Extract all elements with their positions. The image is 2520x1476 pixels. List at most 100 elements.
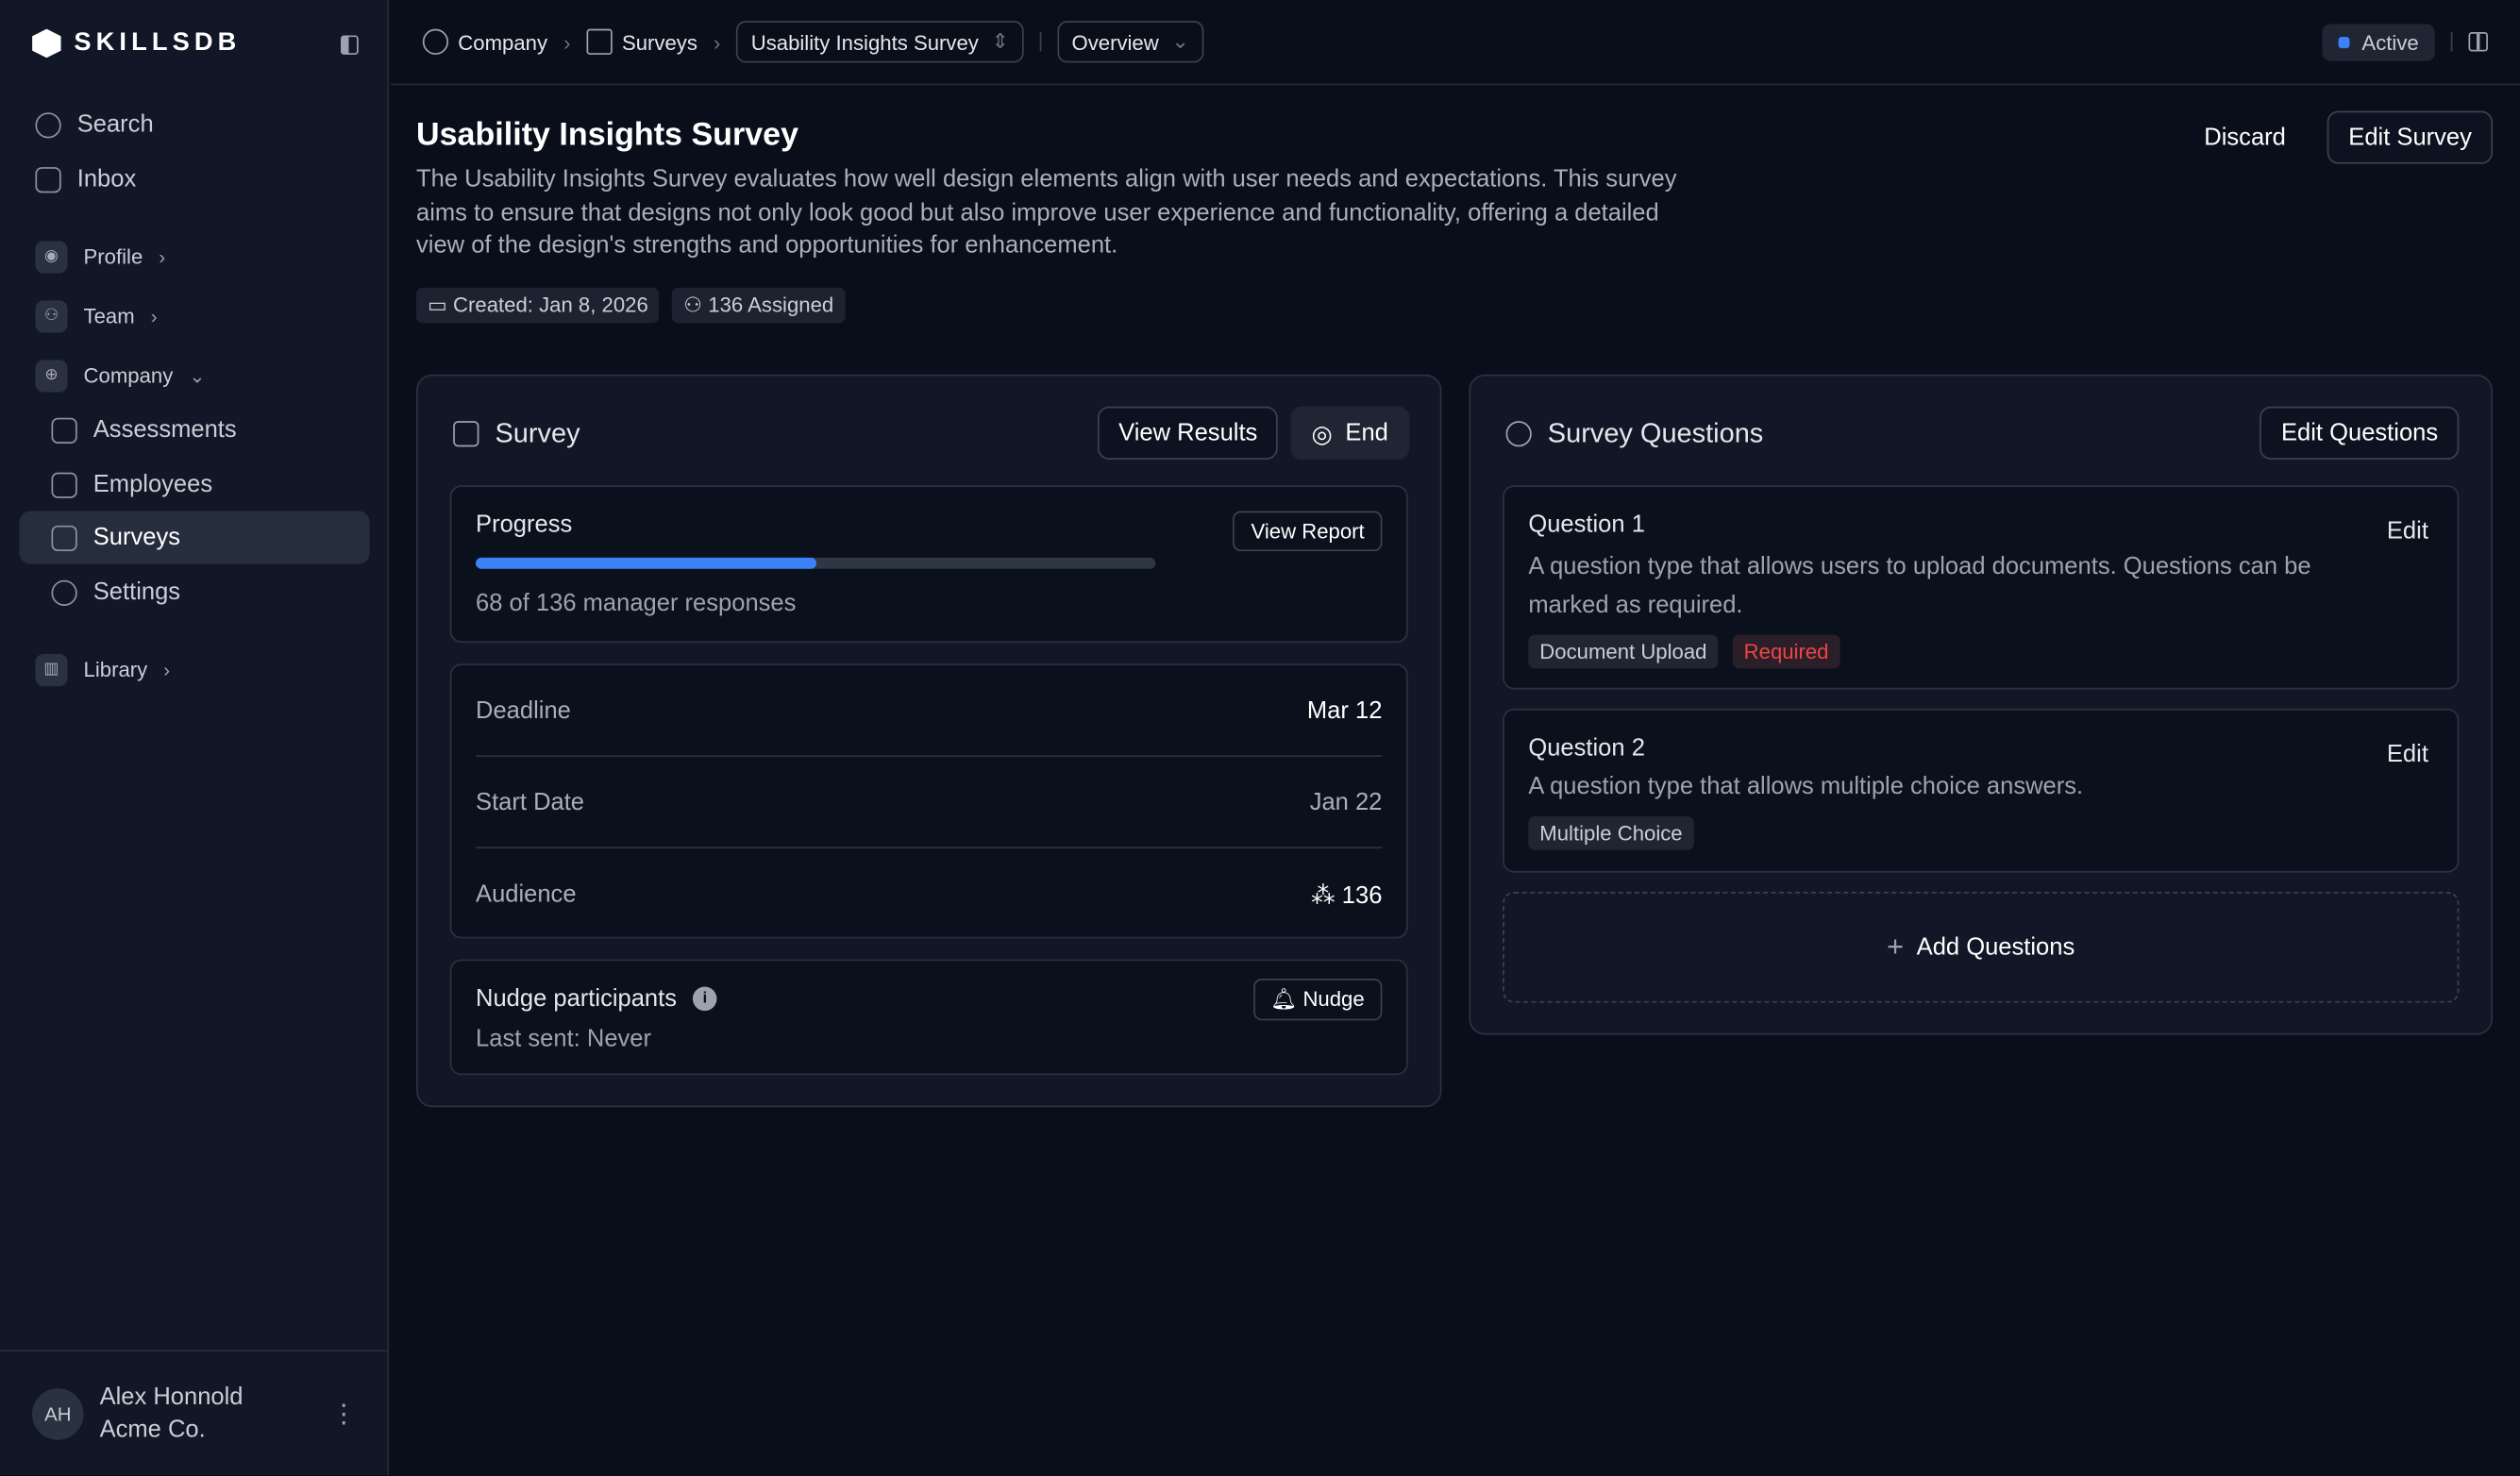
view-results-button[interactable]: View Results: [1098, 407, 1278, 460]
status-badge: Active: [2322, 24, 2435, 60]
type-tag: Document Upload: [1528, 635, 1718, 669]
sidebar-item-employees[interactable]: Employees: [19, 458, 369, 511]
library-icon: ▥: [35, 653, 67, 685]
breadcrumb-company[interactable]: Company: [423, 29, 547, 55]
survey-select[interactable]: Usability Insights Survey ⇕: [736, 21, 1023, 62]
detail-row: Audience ⁂ 136: [476, 848, 1382, 940]
discard-button[interactable]: Discard: [2185, 110, 2305, 163]
label: Usability Insights Survey: [751, 30, 979, 55]
bell-icon: 🔔︎: [1270, 987, 1302, 1012]
question-item: Question 2 Edit A question type that all…: [1503, 709, 2459, 873]
label: Team: [84, 304, 135, 328]
edit-question-button[interactable]: Edit: [2387, 741, 2428, 768]
info-icon[interactable]: i: [693, 987, 717, 1012]
value: Mar 12: [1307, 696, 1382, 724]
panel-toggle-icon[interactable]: [2469, 32, 2488, 51]
required-tag: Required: [1733, 635, 1840, 669]
label: Settings: [93, 579, 180, 606]
label: Company: [458, 30, 547, 55]
type-tag: Multiple Choice: [1528, 816, 1693, 850]
gear-icon: [51, 579, 76, 605]
divider: [2451, 32, 2453, 51]
label: Nudge: [1302, 987, 1364, 1012]
view-report-button[interactable]: View Report: [1234, 511, 1383, 551]
globe-icon: ⊕: [35, 360, 67, 392]
list-icon: [51, 525, 76, 550]
label: 136 Assigned: [708, 293, 833, 317]
label: Library: [84, 657, 148, 681]
view-select[interactable]: Overview⌄: [1057, 21, 1203, 62]
chevrons-updown-icon: ⇕: [991, 29, 1009, 55]
sidebar-item-search[interactable]: Search: [19, 98, 369, 151]
value: Jan 22: [1310, 788, 1383, 815]
label: Assessments: [93, 416, 237, 444]
progress-fill: [476, 558, 815, 569]
sidebar-item-library[interactable]: ▥Library›: [19, 643, 369, 696]
user-name: Alex Honnold: [100, 1382, 244, 1414]
employees-icon: [51, 472, 76, 497]
sidebar-item-assessments[interactable]: Assessments: [19, 403, 369, 456]
end-button[interactable]: ◎End: [1290, 407, 1409, 460]
label: Active: [2361, 30, 2418, 55]
label: End: [1345, 419, 1387, 446]
card-title: Survey Questions: [1548, 418, 1763, 450]
status-dot: [2338, 36, 2349, 47]
question-title: Question 1: [1528, 511, 1645, 538]
edit-question-button[interactable]: Edit: [2387, 517, 2428, 545]
last-sent: Last sent: Never: [476, 1025, 651, 1052]
card-title: Survey: [495, 418, 580, 450]
edit-questions-button[interactable]: Edit Questions: [2260, 407, 2459, 460]
list-icon: [453, 421, 479, 446]
users-icon: ⚇: [35, 300, 67, 332]
list-icon: [586, 29, 612, 55]
more-icon[interactable]: ⋮: [331, 1398, 357, 1430]
question-desc: A question type that allows multiple cho…: [1528, 773, 2083, 800]
compass-icon: [35, 111, 60, 137]
add-questions-button[interactable]: +Add Questions: [1503, 892, 2459, 1002]
details-section: DeadlineMar 12 Start DateJan 22 Audience…: [450, 663, 1408, 938]
label: Search: [77, 110, 154, 138]
label: Company: [84, 363, 174, 388]
topbar: Company › Surveys › Usability Insights S…: [391, 0, 2520, 85]
audience-icon: ⁂: [1311, 881, 1342, 909]
progress-bar: [476, 558, 1155, 569]
sidebar-item-surveys[interactable]: Surveys: [19, 511, 369, 563]
label: Deadline: [476, 696, 571, 724]
label: Add Questions: [1917, 933, 2075, 961]
help-circle-icon: [1506, 421, 1532, 446]
question-title: Question 2: [1528, 734, 1645, 762]
edit-survey-button[interactable]: Edit Survey: [2327, 110, 2493, 163]
collapse-sidebar-icon[interactable]: [341, 35, 359, 54]
label: Employees: [93, 471, 212, 498]
sidebar-item-company[interactable]: ⊕ Company ⌄: [19, 349, 369, 402]
progress-label: Progress: [476, 511, 572, 538]
label: Audience: [476, 881, 577, 908]
nudge-section: Nudge participantsi Last sent: Never 🔔︎ …: [450, 960, 1408, 1076]
chevron-right-icon: ›: [563, 30, 570, 55]
chevron-right-icon: ›: [714, 30, 720, 55]
chevron-down-icon: ⌄: [189, 364, 205, 387]
nudge-button[interactable]: 🔔︎ Nudge: [1252, 979, 1382, 1020]
brand-name: SKILLSDB: [74, 29, 241, 59]
label: Overview: [1071, 30, 1158, 55]
questions-card: Survey Questions Edit Questions Question…: [1469, 375, 2493, 1035]
globe-icon: [423, 29, 448, 55]
sidebar-item-settings[interactable]: Settings: [19, 565, 369, 618]
created-chip: ▭ Created: Jan 8, 2026: [416, 288, 660, 323]
sidebar-item-profile[interactable]: ◉Profile›: [19, 230, 369, 283]
survey-card: Survey View Results ◎End Progress View R…: [416, 375, 1441, 1107]
sidebar-item-inbox[interactable]: Inbox: [19, 153, 369, 206]
label: Created: Jan 8, 2026: [453, 293, 648, 317]
sidebar: SKILLSDB Search Inbox ◉Profile› ⚇Team› ⊕…: [0, 0, 389, 1475]
assigned-chip: ⚇ 136 Assigned: [672, 288, 845, 323]
label: Surveys: [93, 524, 180, 551]
logo[interactable]: SKILLSDB: [32, 29, 241, 59]
breadcrumb-surveys[interactable]: Surveys: [586, 29, 697, 55]
user-menu[interactable]: AH Alex HonnoldAcme Co. ⋮: [0, 1350, 389, 1475]
value: 136: [1342, 881, 1383, 909]
divider: [1039, 32, 1041, 51]
avatar: AH: [32, 1387, 83, 1438]
label: Profile: [84, 244, 143, 269]
sidebar-item-team[interactable]: ⚇Team›: [19, 290, 369, 343]
label: Surveys: [622, 30, 697, 55]
